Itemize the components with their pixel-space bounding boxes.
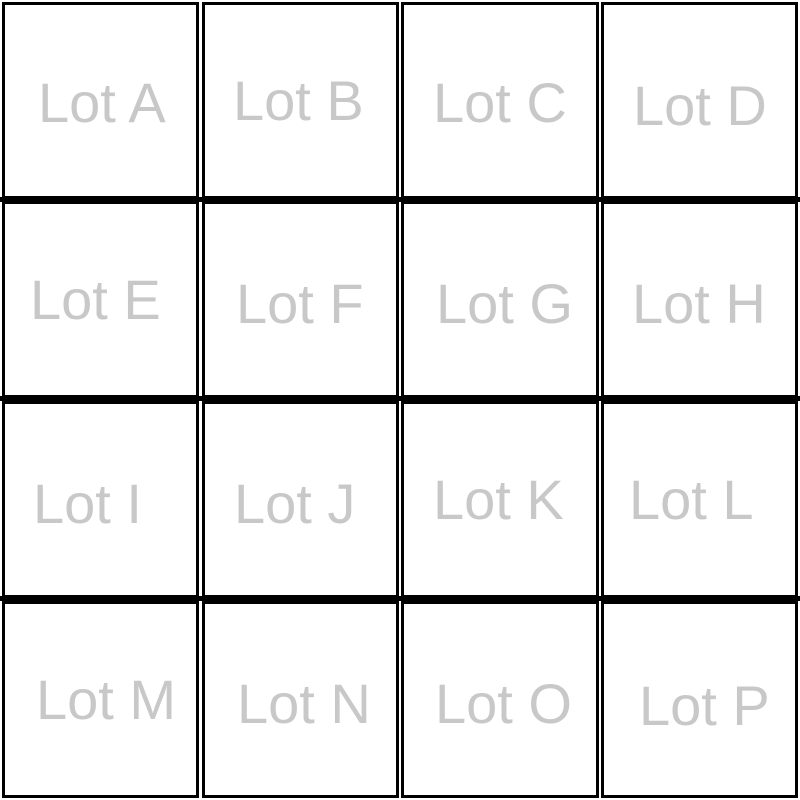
lot-label-c: Lot C	[433, 71, 567, 134]
lot-label-o: Lot O	[435, 672, 572, 735]
lot-label-k: Lot K	[433, 468, 564, 531]
lot-label-e: Lot E	[30, 268, 161, 331]
lot-cell-c: Lot C	[401, 2, 599, 199]
lot-label-n: Lot N	[237, 672, 371, 735]
row-divider-3	[0, 596, 800, 601]
lot-label-g: Lot G	[436, 272, 573, 335]
lot-grid: Lot A Lot B Lot C Lot D Lot E Lot F Lot …	[0, 0, 800, 800]
row-divider-1	[0, 197, 800, 202]
lot-label-p: Lot P	[639, 674, 770, 737]
lot-cell-l: Lot L	[601, 401, 798, 598]
lot-cell-f: Lot F	[202, 201, 399, 398]
lot-label-f: Lot F	[236, 272, 364, 335]
lot-cell-g: Lot G	[401, 201, 599, 398]
lot-cell-a: Lot A	[2, 2, 199, 199]
lot-cell-k: Lot K	[401, 401, 599, 598]
lot-cell-n: Lot N	[202, 601, 399, 798]
lot-cell-o: Lot O	[401, 601, 599, 798]
lot-cell-j: Lot J	[202, 401, 399, 598]
lot-label-h: Lot H	[632, 272, 766, 335]
lot-label-a: Lot A	[38, 71, 166, 134]
lot-label-d: Lot D	[633, 74, 767, 137]
lot-cell-i: Lot I	[2, 401, 199, 598]
lot-label-i: Lot I	[33, 472, 142, 535]
lot-cell-m: Lot M	[2, 601, 199, 798]
lot-label-l: Lot L	[629, 468, 754, 531]
lot-cell-e: Lot E	[2, 201, 199, 398]
row-divider-2	[0, 396, 800, 401]
lot-cell-d: Lot D	[601, 2, 798, 199]
lot-label-m: Lot M	[36, 668, 177, 731]
lot-cell-b: Lot B	[202, 2, 399, 199]
lot-label-j: Lot J	[234, 472, 356, 535]
lot-label-b: Lot B	[233, 69, 364, 132]
lot-cell-p: Lot P	[601, 601, 798, 798]
lot-cell-h: Lot H	[601, 201, 798, 398]
